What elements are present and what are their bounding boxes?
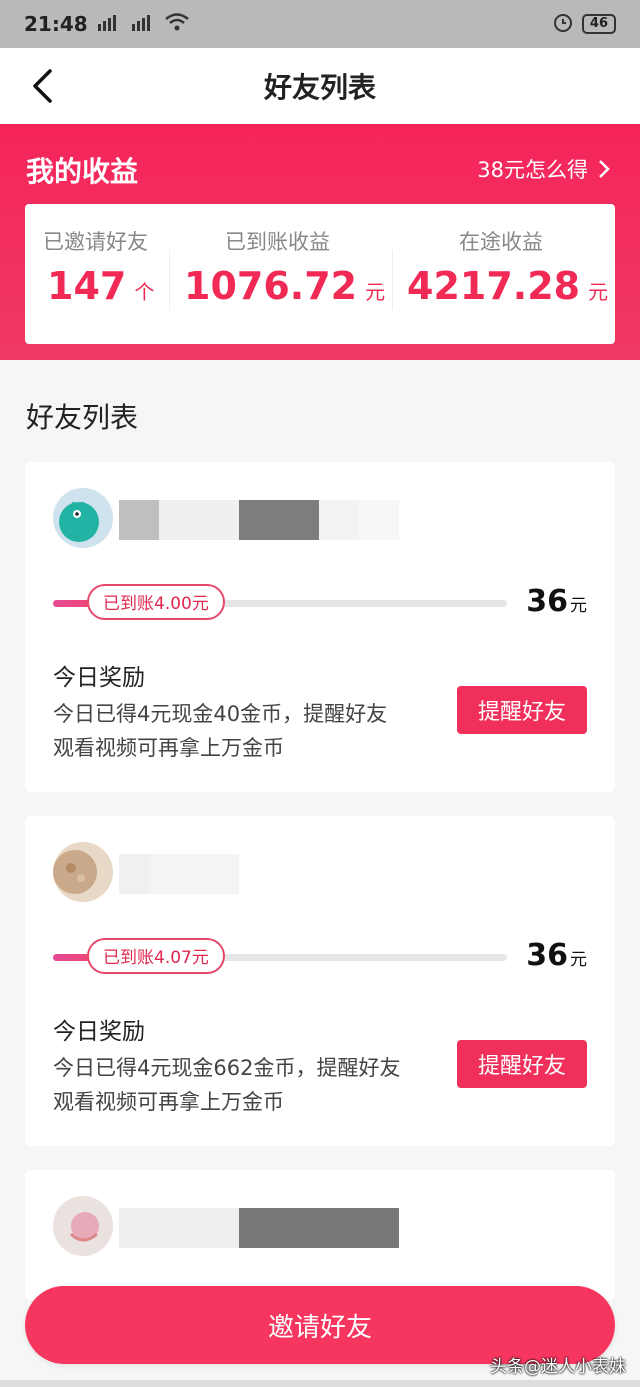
signal-icon	[96, 13, 122, 35]
avatar[interactable]	[53, 1196, 113, 1256]
alarm-icon	[552, 11, 574, 38]
chevron-left-icon	[33, 69, 52, 103]
watermark: 头条@迷人小表妹	[490, 1357, 626, 1377]
friend-name-blurred	[119, 500, 409, 540]
signal-icon-2	[130, 13, 156, 35]
earnings-header: 我的收益 38元怎么得 已邀请好友 147 个 已到账收益 1076.72 元 在途…	[0, 124, 640, 360]
stat-received-label: 已到账收益	[225, 230, 330, 254]
page-title: 好友列表	[263, 71, 376, 104]
status-time: 21:48	[24, 12, 88, 36]
reward-title: 今日奖励	[53, 1019, 145, 1045]
stat-pending-label: 在途收益	[459, 230, 543, 254]
chevron-right-icon	[599, 160, 610, 178]
card-amount: 36 元	[526, 938, 587, 973]
earnings-title: 我的收益	[26, 155, 139, 188]
back-button[interactable]	[18, 62, 66, 110]
credited-badge: 已到账4.00元	[87, 584, 225, 620]
section-title: 好友列表	[26, 401, 139, 434]
nav-bar: 好友列表	[0, 48, 640, 124]
stat-received: 已到账收益 1076.72 元	[170, 204, 390, 344]
avatar[interactable]	[53, 842, 113, 902]
status-bar: 21:48 46	[0, 0, 640, 48]
friend-name-blurred	[119, 1208, 409, 1248]
reward-text: 观看视频可再拿上万金币	[53, 1090, 284, 1114]
stat-pending: 在途收益 4217.28 元	[393, 204, 615, 344]
friend-card	[25, 1170, 615, 1300]
reward-text: 今日已得4元现金662金币，提醒好友	[53, 1056, 401, 1080]
stat-invited-value: 147 个	[47, 264, 155, 308]
wifi-icon	[164, 12, 190, 37]
reward-text: 今日已得4元现金40金币，提醒好友	[53, 702, 388, 726]
friend-card: 已到账4.00元 36 元 今日奖励 今日已得4元现金40金币，提醒好友 观看视频…	[25, 462, 615, 792]
battery-icon: 46	[581, 14, 616, 34]
friend-card: 已到账4.07元 36 元 今日奖励 今日已得4元现金662金币，提醒好友 观看视…	[25, 816, 615, 1146]
friend-name-blurred	[119, 854, 249, 894]
remind-friend-button[interactable]: 提醒好友	[457, 686, 587, 734]
stat-invited-label: 已邀请好友	[43, 230, 148, 254]
reward-title: 今日奖励	[53, 665, 145, 691]
avatar[interactable]	[53, 488, 113, 548]
status-left: 21:48	[24, 12, 190, 37]
status-right: 46	[552, 11, 616, 38]
bottom-strip	[0, 1380, 640, 1387]
card-amount: 36 元	[526, 584, 587, 619]
stat-pending-value: 4217.28 元	[407, 264, 609, 308]
earnings-stats-card: 已邀请好友 147 个 已到账收益 1076.72 元 在途收益 4217.28 元	[25, 204, 615, 344]
reward-text: 观看视频可再拿上万金币	[53, 736, 284, 760]
credited-badge: 已到账4.07元	[87, 938, 225, 974]
how-to-earn-label: 38元怎么得	[477, 158, 588, 182]
remind-friend-button[interactable]: 提醒好友	[457, 1040, 587, 1088]
stat-received-value: 1076.72 元	[184, 264, 386, 308]
how-to-earn-link[interactable]: 38元怎么得	[477, 154, 610, 184]
stat-invited: 已邀请好友 147 个	[25, 204, 165, 344]
